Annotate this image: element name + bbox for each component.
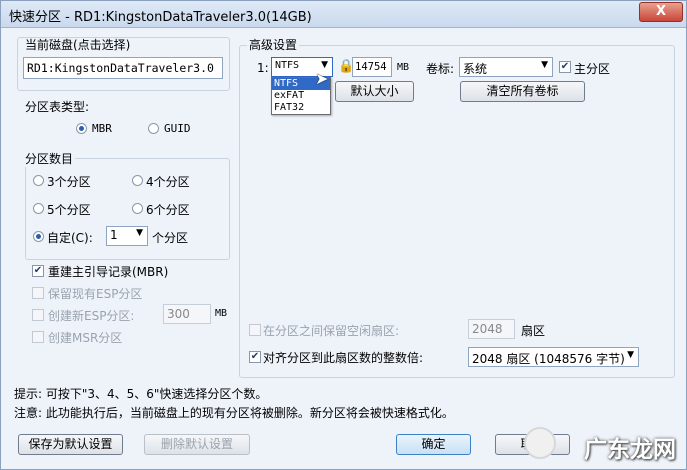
reserve-sectors-value: 2048: [472, 322, 503, 336]
keep-esp-checkbox[interactable]: [32, 287, 44, 299]
keep-esp-label: 保留现有ESP分区: [48, 287, 143, 301]
reserve-sectors-unit: 扇区: [521, 324, 546, 338]
filesystem-option-fat32[interactable]: FAT32: [272, 102, 330, 114]
guid-radio[interactable]: [148, 123, 159, 134]
align-sectors-label[interactable]: 对齐分区到此扇区数的整数倍:: [263, 349, 423, 366]
close-button[interactable]: X: [639, 2, 683, 22]
chevron-down-icon: ▼: [627, 350, 634, 360]
radio-6-partitions[interactable]: [132, 203, 143, 214]
hint-text: 提示: 可按下"3、4、5、6"快速选择分区个数。: [14, 387, 268, 401]
volume-label-caption: 卷标:: [426, 62, 455, 76]
partition-count-label: 分区数目: [25, 150, 76, 167]
title-bar: 快速分区 - RD1:KingstonDataTraveler3.0(14GB)…: [1, 1, 686, 28]
custom-label[interactable]: 自定(C):: [47, 229, 93, 246]
label-5-partitions[interactable]: 5个分区: [47, 201, 91, 218]
ok-button[interactable]: 确定: [396, 434, 471, 455]
watermark-logo-icon: [524, 427, 556, 459]
radio-5-partitions[interactable]: [33, 203, 44, 214]
size-field[interactable]: 14754: [352, 57, 392, 77]
esp-unit-label: MB: [215, 308, 228, 319]
mouse-cursor-icon: ➤: [315, 69, 329, 88]
volume-label-select[interactable]: 系统 ▼: [459, 57, 553, 77]
create-esp-checkbox[interactable]: [32, 309, 44, 321]
rebuild-mbr-label[interactable]: 重建主引导记录(MBR): [48, 263, 168, 280]
volume-label-value: 系统: [463, 62, 488, 76]
chevron-down-icon: ▼: [541, 60, 548, 70]
label-6-partitions[interactable]: 6个分区: [146, 201, 190, 218]
align-sectors-value: 2048 扇区 (1048576 字节): [472, 352, 625, 366]
chevron-down-icon: ▼: [136, 228, 143, 238]
delete-default-button[interactable]: 删除默认设置: [144, 434, 250, 455]
align-sectors-select[interactable]: 2048 扇区 (1048576 字节) ▼: [468, 347, 639, 367]
clear-labels-button[interactable]: 清空所有卷标: [460, 81, 585, 102]
window-title: 快速分区 - RD1:KingstonDataTraveler3.0(14GB): [9, 10, 312, 25]
mbr-label[interactable]: MBR: [92, 122, 112, 135]
reserve-sectors-label: 在分区之间保留空闲扇区:: [263, 324, 400, 338]
custom-suffix: 个分区: [152, 231, 189, 245]
create-msr-label: 创建MSR分区: [48, 331, 123, 345]
advanced-label: 高级设置: [247, 36, 300, 53]
custom-count-value: 1: [110, 228, 118, 242]
rebuild-mbr-checkbox[interactable]: ✔: [32, 265, 44, 277]
esp-size-value: 300: [167, 307, 190, 321]
create-msr-checkbox[interactable]: [32, 331, 44, 343]
watermark-text: 广东龙网: [584, 437, 676, 463]
size-value: 14754: [355, 61, 387, 73]
radio-custom[interactable]: [33, 231, 44, 242]
disk-field[interactable]: RD1:KingstonDataTraveler3.0: [23, 57, 223, 79]
create-esp-label: 创建新ESP分区:: [48, 309, 135, 323]
size-unit-label: MB: [397, 62, 410, 73]
filesystem-value: NTFS: [275, 60, 300, 71]
primary-partition-label[interactable]: 主分区: [574, 60, 610, 77]
esp-size-field[interactable]: 300: [163, 304, 211, 324]
primary-partition-checkbox[interactable]: ✔: [559, 61, 571, 73]
label-4-partitions[interactable]: 4个分区: [146, 173, 190, 190]
disk-value: RD1:KingstonDataTraveler3.0: [27, 61, 214, 75]
save-default-button[interactable]: 保存为默认设置: [18, 434, 123, 455]
mbr-radio[interactable]: [76, 123, 87, 134]
default-size-button[interactable]: 默认大小: [335, 81, 414, 102]
guid-label[interactable]: GUID: [164, 122, 191, 135]
quick-partition-dialog: 快速分区 - RD1:KingstonDataTraveler3.0(14GB)…: [0, 0, 687, 470]
row-index-label: 1:: [257, 61, 269, 75]
radio-3-partitions[interactable]: [33, 175, 44, 186]
table-type-label: 分区表类型:: [25, 100, 90, 114]
custom-count-select[interactable]: 1 ▼: [106, 226, 148, 246]
align-sectors-checkbox[interactable]: ✔: [249, 351, 261, 363]
disk-label: 当前磁盘(点击选择): [25, 38, 131, 52]
radio-4-partitions[interactable]: [132, 175, 143, 186]
reserve-sectors-checkbox[interactable]: [249, 324, 261, 336]
filesystem-option-exfat[interactable]: exFAT: [272, 90, 330, 102]
reserve-sectors-field[interactable]: 2048: [468, 319, 515, 339]
warning-text: 注意: 此功能执行后，当前磁盘上的现有分区将被删除。新分区将会被快速格式化。: [14, 406, 454, 420]
label-3-partitions[interactable]: 3个分区: [47, 173, 91, 190]
